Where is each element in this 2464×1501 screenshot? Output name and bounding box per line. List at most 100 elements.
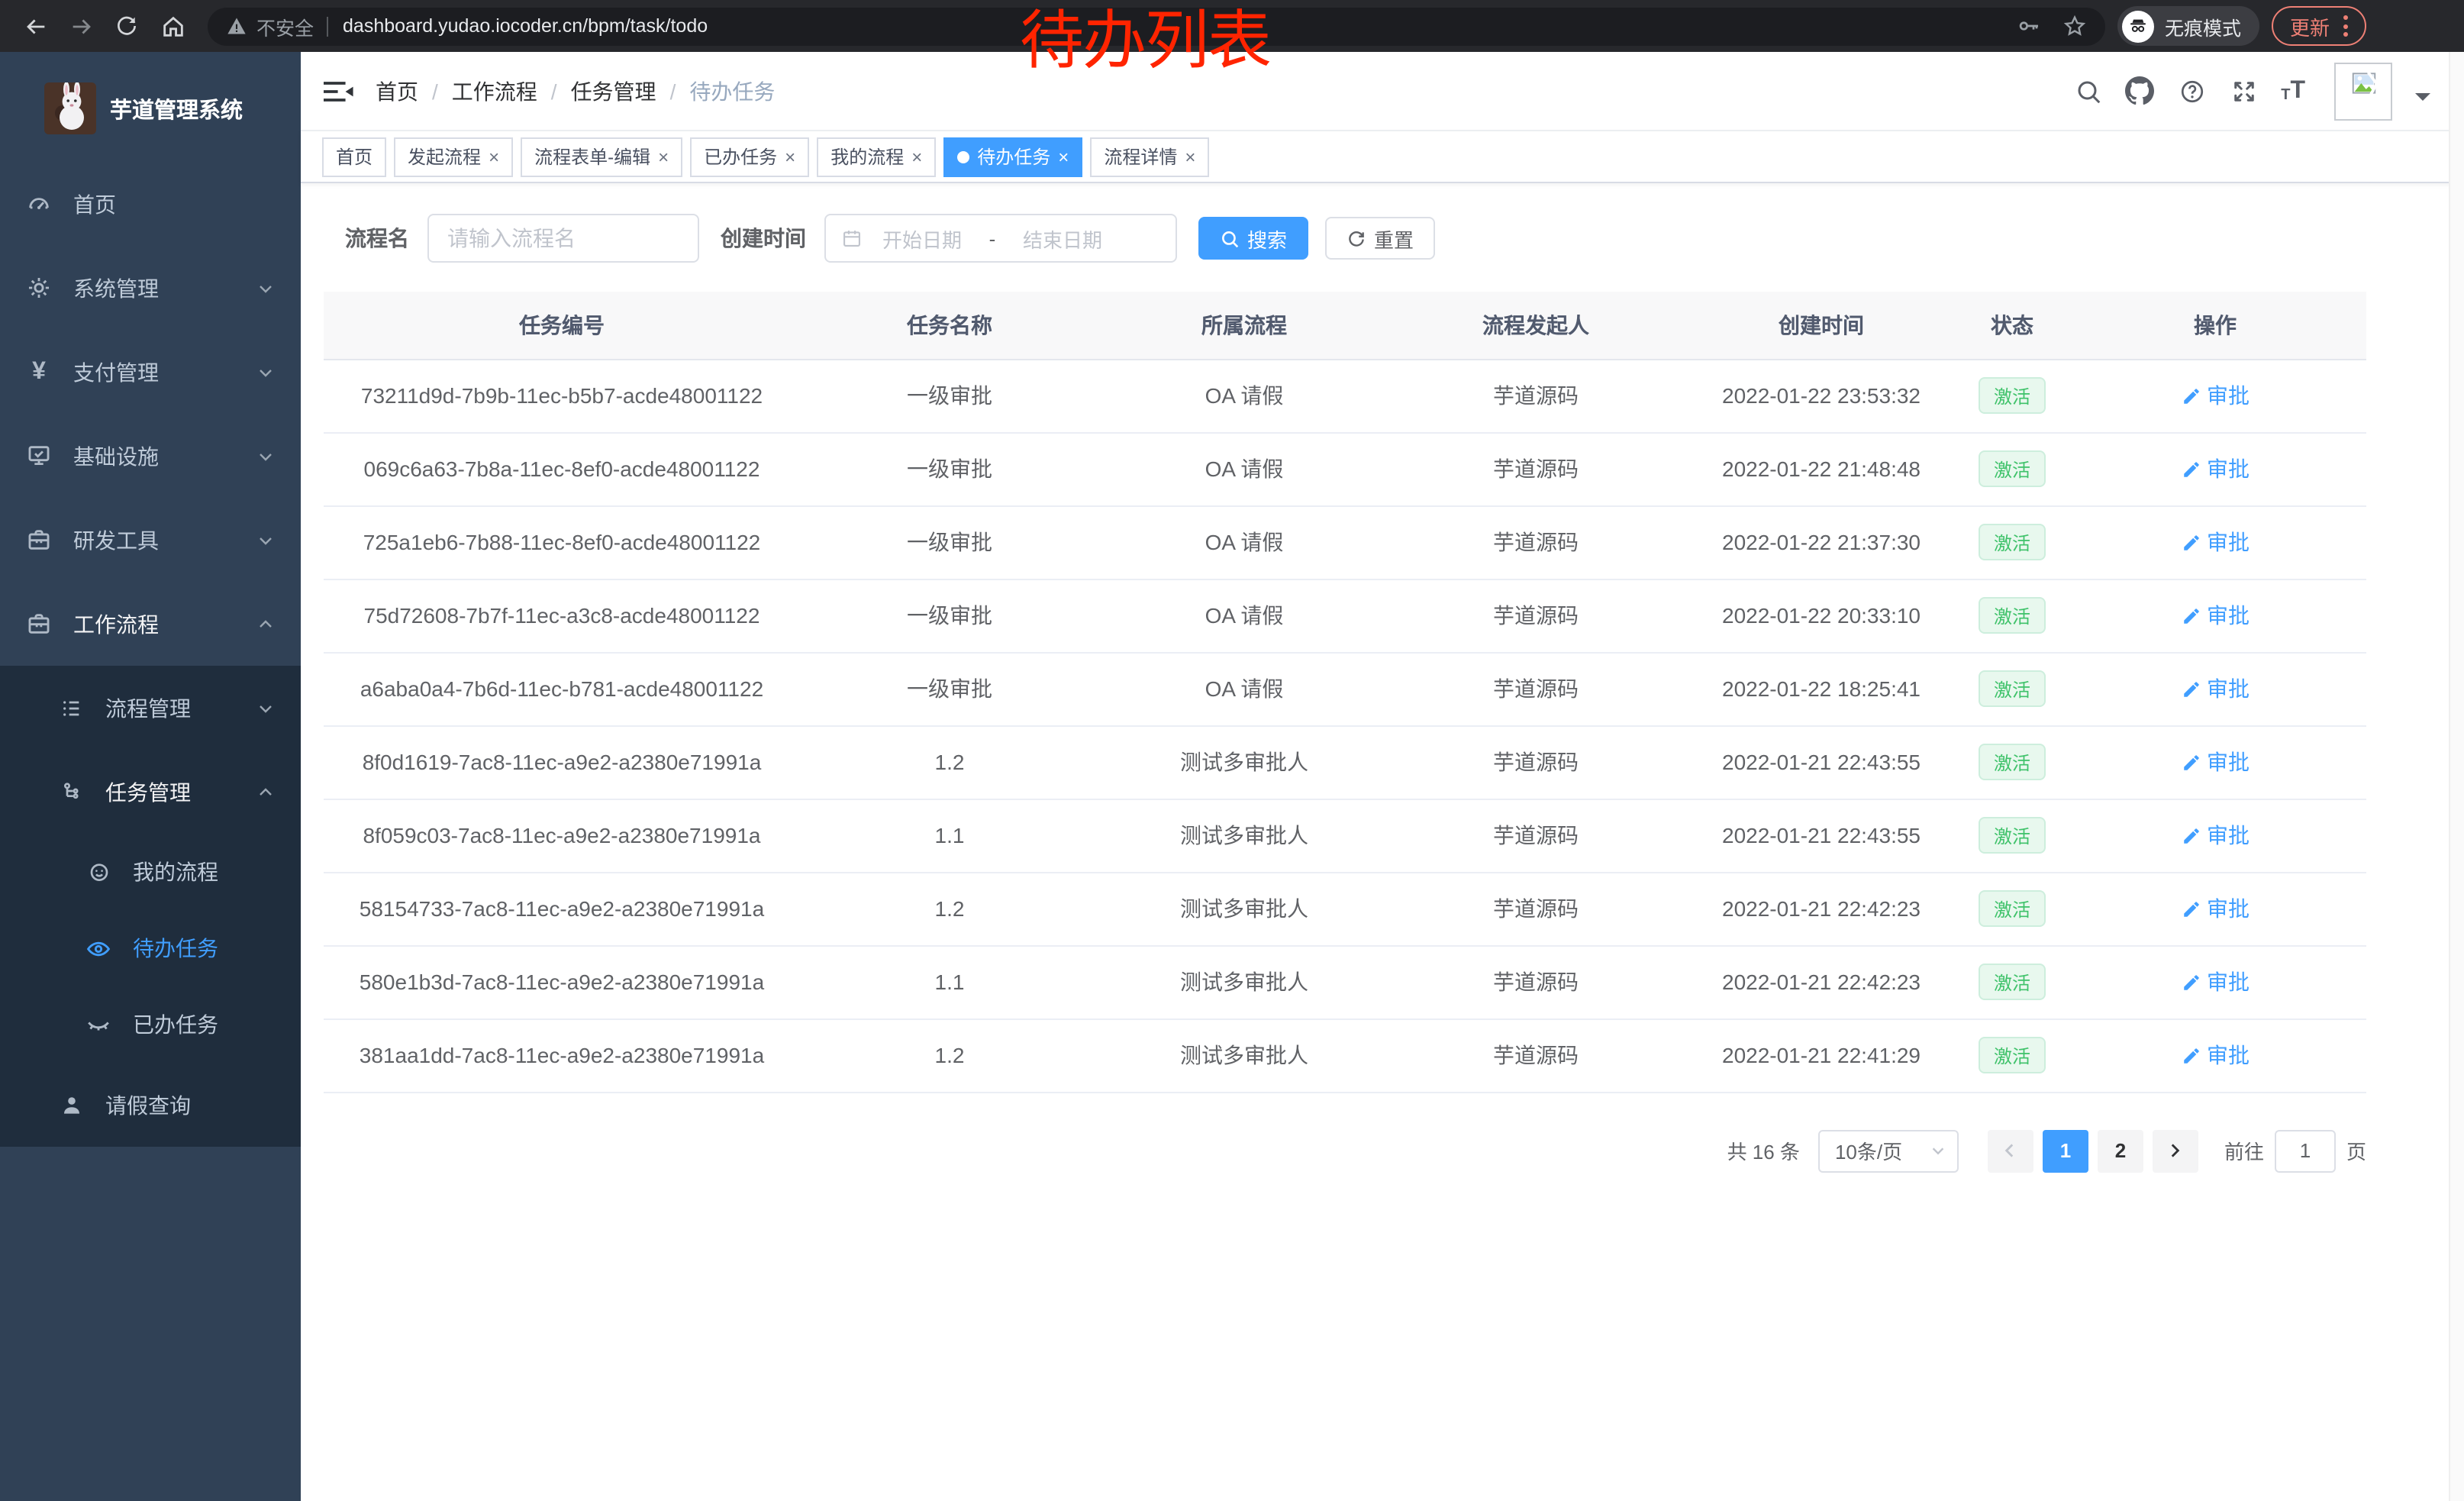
github-icon[interactable] <box>2125 76 2154 105</box>
approve-link[interactable]: 审批 <box>2181 454 2250 484</box>
breadcrumb-item[interactable]: 工作流程 <box>452 76 537 106</box>
sidebar-item-home[interactable]: 首页 <box>0 162 301 246</box>
cell-task-id: 381aa1dd-7ac8-11ec-a9e2-a2380e71991a <box>324 1018 800 1092</box>
fullscreen-icon[interactable] <box>2229 76 2258 105</box>
page-button-1[interactable]: 1 <box>2043 1129 2088 1172</box>
col-task-id: 任务编号 <box>324 292 800 359</box>
page-scrollbar[interactable] <box>2449 52 2464 1501</box>
close-icon[interactable]: × <box>1185 146 1195 167</box>
sidebar-item-label: 基础设施 <box>73 441 159 471</box>
approve-link[interactable]: 审批 <box>2181 673 2250 704</box>
search-icon[interactable] <box>2073 76 2102 105</box>
table-row: 725a1eb6-7b88-11ec-8ef0-acde48001122 一级审… <box>324 505 2366 579</box>
chevron-left-icon <box>2001 1141 2021 1160</box>
cell-process: OA 请假 <box>1099 579 1389 652</box>
cell-task-id: 725a1eb6-7b88-11ec-8ef0-acde48001122 <box>324 505 800 579</box>
close-icon[interactable]: × <box>785 146 795 167</box>
sidebar-item-infrastructure[interactable]: 基础设施 <box>0 414 301 498</box>
breadcrumb-item[interactable]: 任务管理 <box>571 76 656 106</box>
approve-link[interactable]: 审批 <box>2181 967 2250 997</box>
cell-task-name: 1.2 <box>800 1018 1099 1092</box>
process-name-input[interactable] <box>427 214 699 263</box>
sidebar-item-workflow[interactable]: 工作流程 <box>0 582 301 666</box>
tab-home[interactable]: 首页 <box>322 137 386 176</box>
cell-task-name: 1.1 <box>800 945 1099 1018</box>
page-button-2[interactable]: 2 <box>2098 1129 2143 1172</box>
sidebar-item-done-tasks[interactable]: 已办任务 <box>0 986 301 1063</box>
col-actions: 操作 <box>2064 292 2366 359</box>
sidebar-item-payment[interactable]: ¥ 支付管理 <box>0 330 301 414</box>
goto-page-input[interactable] <box>2275 1129 2336 1172</box>
forward-button[interactable] <box>63 8 99 44</box>
sidebar-item-dev-tools[interactable]: 研发工具 <box>0 498 301 582</box>
key-icon[interactable] <box>2017 14 2041 38</box>
edit-pencil-icon <box>2181 899 2201 918</box>
tab-done-tasks[interactable]: 已办任务 × <box>690 137 809 176</box>
close-icon[interactable]: × <box>1058 146 1069 167</box>
breadcrumb-item[interactable]: 首页 <box>376 76 418 106</box>
table-row: 381aa1dd-7ac8-11ec-a9e2-a2380e71991a 1.2… <box>324 1018 2366 1092</box>
cell-task-name: 1.2 <box>800 872 1099 945</box>
close-icon[interactable]: × <box>489 146 499 167</box>
reload-button[interactable] <box>108 8 145 44</box>
app-logo-row[interactable]: 芋道管理系统 <box>0 52 301 162</box>
sidebar-item-process-mgmt[interactable]: 流程管理 <box>0 666 301 750</box>
approve-link[interactable]: 审批 <box>2181 747 2250 777</box>
bookmark-star-icon[interactable] <box>2062 14 2087 38</box>
home-button[interactable] <box>154 8 191 44</box>
approve-link[interactable]: 审批 <box>2181 527 2250 557</box>
page-size-select[interactable]: 10条/页 <box>1818 1129 1959 1172</box>
process-name-label: 流程名 <box>345 223 409 253</box>
approve-link[interactable]: 审批 <box>2181 1040 2250 1070</box>
reset-button[interactable]: 重置 <box>1325 217 1435 260</box>
cell-starter: 芋道源码 <box>1389 359 1682 432</box>
security-status[interactable]: 不安全 <box>226 11 314 40</box>
date-range-picker[interactable]: 开始日期 - 结束日期 <box>824 214 1177 263</box>
font-size-icon[interactable]: TT <box>2281 79 2305 103</box>
chevron-down-icon <box>256 699 275 717</box>
avatar-caret-icon[interactable] <box>2415 92 2430 108</box>
browser-menu-icon[interactable] <box>2343 15 2348 37</box>
approve-link[interactable]: 审批 <box>2181 380 2250 411</box>
tab-process-form-edit[interactable]: 流程表单-编辑× <box>521 137 682 176</box>
tab-todo-tasks[interactable]: 待办任务× <box>943 137 1082 176</box>
close-icon[interactable]: × <box>658 146 669 167</box>
approve-link[interactable]: 审批 <box>2181 600 2250 631</box>
status-badge: 激活 <box>1979 817 2046 854</box>
address-bar[interactable]: 不安全 dashboard.yudao.iocoder.cn/bpm/task/… <box>208 7 2105 45</box>
sidebar-item-my-process[interactable]: 我的流程 <box>0 834 301 910</box>
tab-process-detail[interactable]: 流程详情× <box>1090 137 1209 176</box>
sidebar-item-label: 待办任务 <box>133 933 218 964</box>
chevron-down-icon <box>256 279 275 297</box>
edit-pencil-icon <box>2181 825 2201 845</box>
tab-start-process[interactable]: 发起流程× <box>394 137 513 176</box>
cell-starter: 芋道源码 <box>1389 579 1682 652</box>
back-button[interactable] <box>17 8 53 44</box>
tab-my-process[interactable]: 我的流程× <box>817 137 936 176</box>
help-icon[interactable] <box>2177 76 2206 105</box>
status-badge: 激活 <box>1979 597 2046 634</box>
search-button[interactable]: 搜索 <box>1198 217 1308 260</box>
end-date-placeholder[interactable]: 结束日期 <box>1003 224 1122 253</box>
cell-created: 2022-01-22 20:33:10 <box>1682 579 1960 652</box>
cell-starter: 芋道源码 <box>1389 945 1682 1018</box>
approve-link[interactable]: 审批 <box>2181 820 2250 851</box>
close-icon[interactable]: × <box>911 146 922 167</box>
top-navbar: 首页 / 工作流程 / 任务管理 / 待办任务 TT <box>301 52 2464 131</box>
sidebar-collapse-icon[interactable] <box>324 76 354 106</box>
sidebar-item-leave-query[interactable]: 请假查询 <box>0 1063 301 1147</box>
browser-update-button[interactable]: 更新 <box>2272 6 2366 46</box>
next-page-button[interactable] <box>2153 1129 2198 1172</box>
prev-page-button[interactable] <box>1988 1129 2033 1172</box>
chevron-up-icon <box>256 615 275 633</box>
app-title: 芋道管理系统 <box>110 92 243 124</box>
sidebar-item-system[interactable]: 系统管理 <box>0 246 301 330</box>
tab-label: 已办任务 <box>704 144 777 169</box>
sidebar-item-label: 研发工具 <box>73 525 159 555</box>
sidebar-item-label: 首页 <box>73 189 116 219</box>
approve-link[interactable]: 审批 <box>2181 893 2250 924</box>
sidebar-item-todo-tasks[interactable]: 待办任务 <box>0 910 301 986</box>
sidebar-item-task-mgmt[interactable]: 任务管理 <box>0 750 301 834</box>
avatar[interactable] <box>2334 62 2392 120</box>
start-date-placeholder[interactable]: 开始日期 <box>863 224 982 253</box>
